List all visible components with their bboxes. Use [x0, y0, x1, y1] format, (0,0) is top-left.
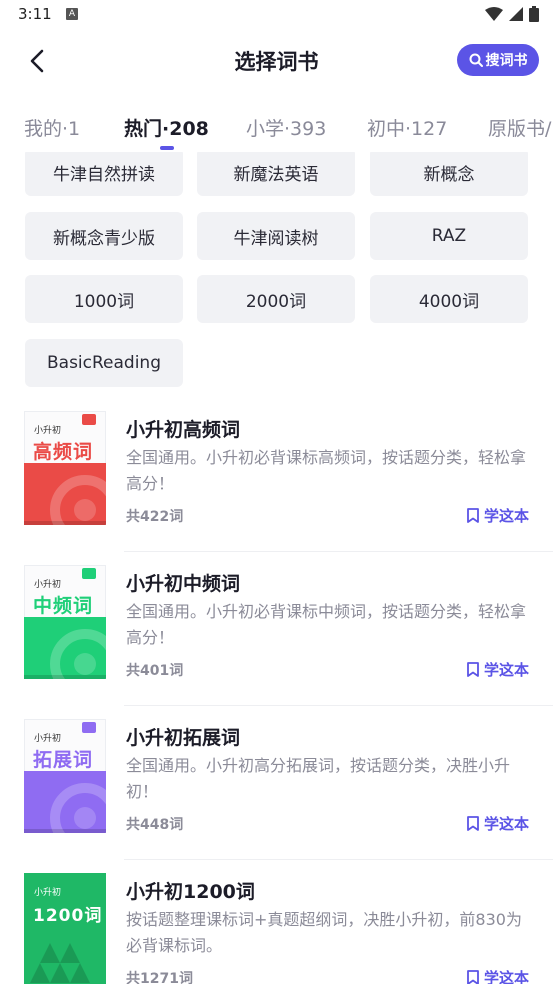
chip-basic-reading[interactable]: BasicReading — [25, 339, 183, 387]
book-cover: 小升初 1200词 — [24, 873, 106, 984]
bookmark-icon — [467, 508, 479, 523]
category-tabs: 我的·1 热门·208 小学·393 初中·127 原版书/ — [0, 102, 553, 152]
book-cover: 小升初 拓展词 — [24, 719, 106, 833]
tab-hot[interactable]: 热门·208 — [124, 114, 209, 141]
cover-small-text: 小升初 — [34, 580, 62, 590]
status-icons — [485, 6, 539, 22]
tab-junior[interactable]: 初中·127 — [367, 114, 447, 141]
learn-this-button[interactable]: 学这本 — [466, 505, 529, 526]
book-description: 全国通用。小升初必背课标高频词，按话题分类，轻松拿高分！ — [126, 448, 527, 493]
bookmark-icon — [467, 662, 479, 677]
chip-oxford-phonics[interactable]: 牛津自然拼读 — [25, 152, 183, 196]
cover-big-text: 中频词 — [33, 595, 94, 617]
book-title: 小升初中频词 — [126, 573, 241, 595]
bookmark-icon — [467, 816, 479, 831]
cover-pattern — [30, 943, 90, 983]
learn-this-button[interactable]: 学这本 — [466, 813, 529, 834]
book-word-count: 共401词 — [126, 663, 184, 679]
tab-primary[interactable]: 小学·393 — [246, 114, 326, 141]
status-time: 3:11 — [18, 5, 52, 23]
cover-spine — [24, 675, 106, 679]
wifi-icon — [485, 7, 503, 21]
book-word-count: 共448词 — [126, 817, 184, 833]
list-item[interactable]: 小升初 中频词 小升初中频词 全国通用。小升初必背课标中频词，按话题分类，轻松拿… — [0, 551, 553, 706]
battery-icon — [529, 6, 539, 22]
cover-band — [24, 463, 106, 525]
search-icon — [469, 53, 483, 67]
cover-big-text: 1200词 — [33, 906, 103, 926]
search-book-label: 搜词书 — [485, 53, 528, 69]
bookmark-icon — [467, 970, 479, 984]
learn-this-label: 学这本 — [483, 661, 529, 679]
learn-this-button[interactable]: 学这本 — [466, 967, 529, 984]
cover-tag-icon — [82, 568, 96, 579]
book-cover: 小升初 中频词 — [24, 565, 106, 679]
cover-decoration — [74, 653, 96, 675]
cover-band — [24, 617, 106, 679]
list-item[interactable]: 小升初 1200词 小升初1200词 按话题整理课标词+真题超纲词，决胜小升初，… — [0, 859, 553, 984]
chip-1000-words[interactable]: 1000词 — [25, 275, 183, 323]
cover-spine — [24, 829, 106, 833]
cover-small-text: 小升初 — [34, 734, 62, 744]
chip-magic-english[interactable]: 新魔法英语 — [197, 152, 355, 196]
list-item[interactable]: 小升初 拓展词 小升初拓展词 全国通用。小升初高分拓展词，按话题分类，决胜小升初… — [0, 705, 553, 860]
book-title: 小升初拓展词 — [126, 727, 241, 749]
signal-icon — [509, 7, 523, 21]
learn-this-label: 学这本 — [483, 815, 529, 833]
chip-new-concept-youth[interactable]: 新概念青少版 — [25, 212, 183, 260]
cover-tag-icon — [82, 414, 96, 425]
learn-this-label: 学这本 — [483, 507, 529, 525]
learn-this-button[interactable]: 学这本 — [466, 659, 529, 680]
chip-oxford-reading-tree[interactable]: 牛津阅读树 — [197, 212, 355, 260]
book-cover: 小升初 高频词 — [24, 411, 106, 525]
book-series-chips: 牛津自然拼读 新魔法英语 新概念 新概念青少版 牛津阅读树 RAZ 1000词 … — [0, 152, 553, 397]
chip-4000-words[interactable]: 4000词 — [370, 275, 528, 323]
tab-mine[interactable]: 我的·1 — [24, 114, 80, 141]
book-word-count: 共422词 — [126, 509, 184, 525]
cover-spine — [24, 521, 106, 525]
cover-decoration — [74, 807, 96, 829]
cover-small-text: 小升初 — [34, 888, 62, 898]
list-item[interactable]: 小升初 高频词 小升初高频词 全国通用。小升初必背课标高频词，按话题分类，轻松拿… — [0, 397, 553, 552]
app-header: 选择词书 搜词书 — [0, 30, 553, 92]
chip-new-concept[interactable]: 新概念 — [370, 152, 528, 196]
cover-big-text: 高频词 — [33, 441, 94, 463]
cover-small-text: 小升初 — [34, 426, 62, 436]
book-description: 全国通用。小升初必背课标中频词，按话题分类，轻松拿高分！ — [126, 602, 527, 647]
search-book-button[interactable]: 搜词书 — [457, 44, 539, 76]
chip-raz[interactable]: RAZ — [370, 212, 528, 260]
book-description: 按话题整理课标词+真题超纲词，决胜小升初，前830为必背课标词。 — [126, 910, 522, 955]
tab-original[interactable]: 原版书/ — [488, 114, 551, 141]
book-word-count: 共1271词 — [126, 971, 193, 984]
book-title: 小升初高频词 — [126, 419, 241, 441]
tab-indicator — [160, 146, 174, 150]
status-bar: 3:11 A — [0, 0, 553, 30]
learn-this-label: 学这本 — [483, 969, 529, 984]
book-title: 小升初1200词 — [126, 881, 255, 903]
notification-a-icon: A — [66, 8, 78, 20]
cover-decoration — [74, 499, 96, 521]
cover-tag-icon — [82, 722, 96, 733]
chip-2000-words[interactable]: 2000词 — [197, 275, 355, 323]
cover-band — [24, 771, 106, 833]
book-description: 全国通用。小升初高分拓展词，按话题分类，决胜小升初！ — [126, 756, 511, 801]
cover-big-text: 拓展词 — [33, 749, 94, 771]
